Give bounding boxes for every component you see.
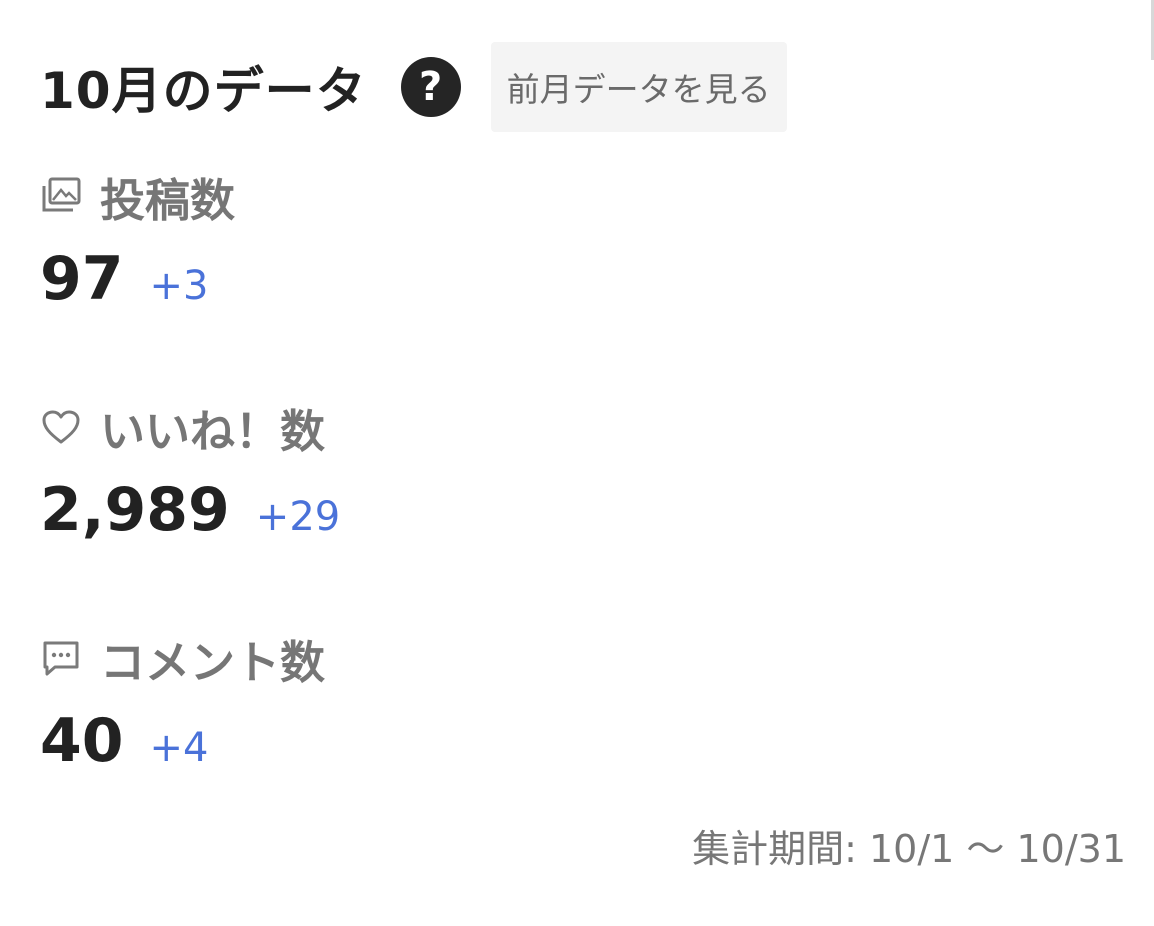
stat-posts-value-row: 97 +3 — [40, 244, 235, 314]
stat-comments: コメント数 40 +4 — [40, 628, 326, 777]
stat-comments-value: 40 — [40, 706, 124, 776]
stat-posts-label: 投稿数 — [100, 173, 236, 227]
stat-comments-diff: +4 — [149, 725, 209, 771]
stat-likes-diff: +29 — [255, 494, 341, 540]
help-glyph: ? — [418, 64, 443, 110]
stat-likes-value-row: 2,989 +29 — [40, 475, 340, 545]
previous-month-button[interactable]: 前月データを見る — [490, 42, 787, 132]
stat-comments-value-row: 40 +4 — [40, 706, 325, 776]
stat-likes-label-row: いいね！数 — [40, 397, 340, 458]
heart-icon — [40, 406, 82, 448]
stat-likes-value: 2,989 — [40, 475, 230, 545]
header: 10月のデータ ? 前月データを見る — [40, 42, 787, 132]
stat-comments-label: コメント数 — [100, 635, 326, 689]
photo-stack-icon — [40, 175, 82, 217]
comment-icon — [40, 637, 82, 679]
stat-likes-label: いいね！数 — [100, 404, 326, 458]
stat-posts: 投稿数 97 +3 — [40, 166, 236, 315]
aggregation-period: 集計期間: 10/1 〜 10/31 — [692, 827, 1126, 871]
stat-posts-value: 97 — [40, 244, 124, 314]
page-title: 10月のデータ — [40, 62, 367, 120]
stat-posts-diff: +3 — [149, 263, 209, 309]
stat-likes: いいね！数 2,989 +29 — [40, 397, 340, 546]
question-circle-icon[interactable]: ? — [400, 57, 461, 117]
stat-comments-label-row: コメント数 — [40, 628, 326, 689]
stat-posts-label-row: 投稿数 — [40, 166, 236, 227]
